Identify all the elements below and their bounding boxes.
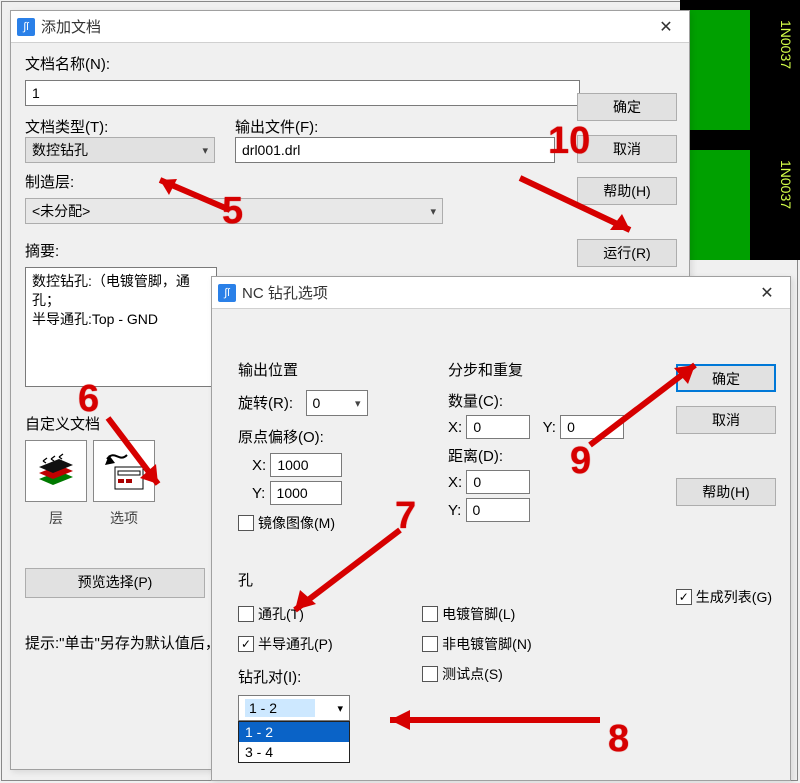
distance-y-label: Y:	[448, 502, 461, 519]
count-y-label: Y:	[543, 419, 556, 436]
titlebar[interactable]: ∫ſ NC 钻孔选项 ✕	[212, 277, 790, 309]
testpoint-checkbox[interactable]: 测试点(S)	[422, 664, 503, 684]
chevron-down-icon: ▾	[430, 205, 436, 218]
drill-pair-label: 钻孔对(I):	[238, 669, 301, 686]
run-button[interactable]: 运行(R)	[577, 239, 677, 267]
doc-type-label: 文档类型(T):	[25, 116, 215, 137]
mirror-label: 镜像图像(M)	[258, 513, 335, 533]
chevron-down-icon: ▾	[337, 702, 343, 715]
chevron-down-icon: ▾	[202, 144, 208, 157]
drill-pair-option[interactable]: 1 - 2	[239, 722, 349, 742]
step-repeat-label: 分步和重复	[448, 359, 638, 380]
chevron-down-icon: ▾	[355, 397, 361, 410]
summary-text: 数控钻孔:（电镀管脚，通孔； 半导通孔:Top - GND	[25, 267, 217, 387]
origin-y-input[interactable]	[270, 481, 342, 505]
count-x-label: X:	[448, 419, 462, 436]
mfg-layer-combo[interactable]: <未分配> ▾	[25, 198, 443, 224]
app-icon: ∫ſ	[17, 18, 35, 36]
checkbox-box	[422, 666, 438, 682]
layers-caption: 层	[25, 508, 87, 528]
rotate-value: 0	[313, 395, 321, 411]
count-label: 数量(C):	[448, 390, 638, 411]
options-icon	[101, 449, 147, 493]
output-position-label: 输出位置	[238, 359, 438, 380]
pcb-text: 1N0037	[778, 20, 794, 69]
nonplated-pin-checkbox[interactable]: 非电镀管脚(N)	[422, 634, 531, 654]
doc-name-label: 文档名称(N):	[25, 56, 110, 73]
checkbox-box	[238, 515, 254, 531]
doc-name-input[interactable]	[25, 80, 580, 106]
cancel-button[interactable]: 取消	[577, 135, 677, 163]
mfg-layer-value: <未分配>	[32, 201, 90, 221]
drill-pair-value: 1 - 2	[245, 699, 315, 717]
checkbox-box	[238, 636, 254, 652]
drill-pair-combo[interactable]: 1 - 2 ▾	[238, 695, 350, 721]
layers-icon	[33, 451, 79, 491]
help-button[interactable]: 帮助(H)	[577, 177, 677, 205]
distance-x-input[interactable]	[466, 470, 530, 494]
count-y-input[interactable]	[560, 415, 624, 439]
generate-list-checkbox[interactable]: 生成列表(G)	[676, 587, 772, 607]
help-button[interactable]: 帮助(H)	[676, 478, 776, 506]
distance-label: 距离(D):	[448, 445, 638, 466]
window-title: NC 钻孔选项	[242, 282, 328, 303]
pcb-text: 1N0037	[778, 160, 794, 209]
plated-pin-checkbox[interactable]: 电镀管脚(L)	[422, 604, 515, 624]
rotate-combo[interactable]: 0 ▾	[306, 390, 368, 416]
checkbox-box	[422, 636, 438, 652]
through-hole-checkbox[interactable]: 通孔(T)	[238, 604, 304, 624]
checkbox-box	[422, 606, 438, 622]
generate-list-label: 生成列表(G)	[696, 587, 772, 607]
ok-button[interactable]: 确定	[676, 364, 776, 392]
nc-drill-options-dialog: ∫ſ NC 钻孔选项 ✕ 确定 取消 帮助(H) 输出位置 旋转(R): 0 ▾…	[211, 276, 791, 781]
drill-pair-option[interactable]: 3 - 4	[239, 742, 349, 762]
origin-y-label: Y:	[252, 485, 265, 502]
close-icon[interactable]: ✕	[744, 277, 790, 309]
partial-via-checkbox[interactable]: 半导通孔(P)	[238, 634, 333, 654]
through-hole-label: 通孔(T)	[258, 604, 304, 624]
count-x-input[interactable]	[466, 415, 530, 439]
plated-pin-label: 电镀管脚(L)	[442, 604, 515, 624]
pcb-strip	[680, 150, 750, 260]
pcb-strip	[680, 10, 750, 130]
output-file-input[interactable]	[235, 137, 555, 163]
window-title: 添加文档	[41, 16, 101, 37]
drill-pair-dropdown[interactable]: 1 - 2 3 - 4	[238, 721, 350, 763]
ok-button[interactable]: 确定	[577, 93, 677, 121]
mfg-layer-label: 制造层:	[25, 174, 74, 191]
output-file-label: 输出文件(F):	[235, 116, 555, 137]
options-button[interactable]	[93, 440, 155, 502]
distance-y-input[interactable]	[466, 498, 530, 522]
options-caption: 选项	[93, 508, 155, 528]
origin-x-label: X:	[252, 457, 266, 474]
preview-button[interactable]: 预览选择(P)	[25, 568, 205, 598]
close-icon[interactable]: ✕	[643, 11, 689, 43]
origin-offset-label: 原点偏移(O):	[238, 426, 438, 447]
checkbox-box	[238, 606, 254, 622]
titlebar[interactable]: ∫ſ 添加文档 ✕	[11, 11, 689, 43]
layers-button[interactable]	[25, 440, 87, 502]
doc-type-value: 数控钻孔	[32, 140, 88, 160]
mirror-checkbox[interactable]: 镜像图像(M)	[238, 513, 335, 533]
distance-x-label: X:	[448, 474, 462, 491]
origin-x-input[interactable]	[270, 453, 342, 477]
app-icon: ∫ſ	[218, 284, 236, 302]
cancel-button[interactable]: 取消	[676, 406, 776, 434]
testpoint-label: 测试点(S)	[442, 664, 503, 684]
nonplated-pin-label: 非电镀管脚(N)	[442, 634, 531, 654]
summary-label: 摘要:	[25, 243, 59, 260]
rotate-label: 旋转(R):	[238, 395, 293, 412]
background-pcb: 1N0037 1N0037	[680, 0, 800, 260]
doc-type-combo[interactable]: 数控钻孔 ▾	[25, 137, 215, 163]
partial-via-label: 半导通孔(P)	[258, 634, 333, 654]
checkbox-box	[676, 589, 692, 605]
